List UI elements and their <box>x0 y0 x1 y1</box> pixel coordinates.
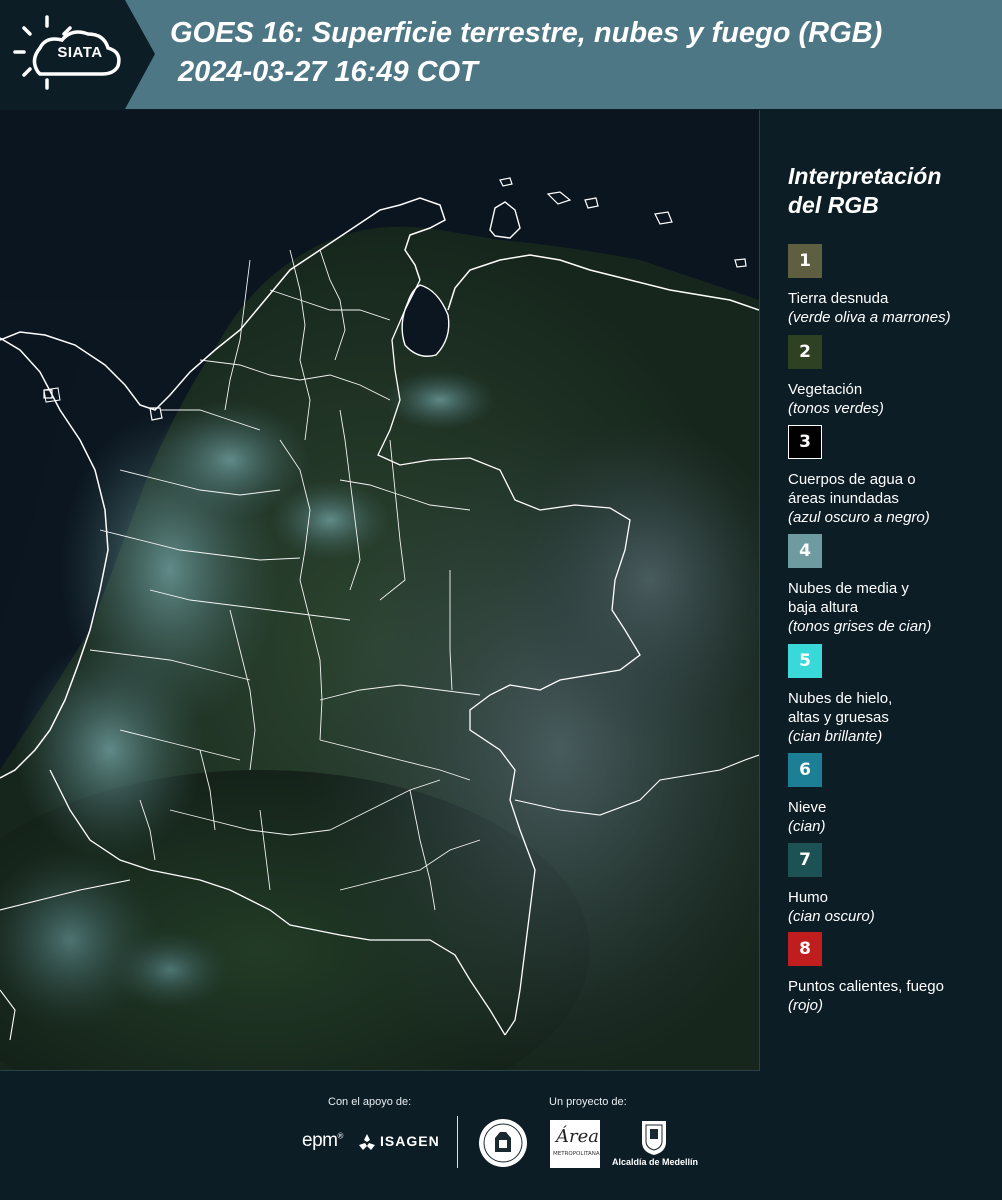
legend-swatch: 7 <box>788 843 822 877</box>
alcaldia-emblem-icon[interactable] <box>639 1118 669 1156</box>
area-logo-word: Área <box>556 1126 599 1147</box>
legend-label: Vegetación <box>788 381 863 398</box>
legend-description: (cian) <box>788 818 826 835</box>
legend-label: Nubes de hielo, altas y gruesas <box>788 689 998 727</box>
isagen-logo[interactable]: ISAGEN <box>380 1133 440 1149</box>
legend-description: (rojo) <box>788 997 824 1014</box>
legend-description: (verde oliva a marrones) <box>788 309 951 326</box>
satellite-image <box>0 110 759 1070</box>
logo-text: SIATA <box>57 44 103 61</box>
legend-swatch: 1 <box>788 244 822 278</box>
legend-label-line2: altas y gruesas <box>788 709 889 726</box>
legend-item-smoke: 7 Humo (cian oscuro) <box>788 843 998 926</box>
legend-item-bare-soil: 1 Tierra desnuda (verde oliva a marrones… <box>788 244 998 327</box>
legend-item-ice-clouds: 5 Nubes de hielo, altas y gruesas (cian … <box>788 644 998 746</box>
header-bar: SIATA GOES 16: Superficie terrestre, nub… <box>0 0 1002 109</box>
legend-description: (tonos grises de cian) <box>788 618 932 635</box>
legend-item-low-clouds: 4 Nubes de media y baja altura (tonos gr… <box>788 534 998 636</box>
legend-description: (azul oscuro a negro) <box>788 509 930 526</box>
legend-label: Nubes de media y baja altura <box>788 579 998 617</box>
legend-item-water: 3 Cuerpos de agua o áreas inundadas (azu… <box>788 425 998 527</box>
legend-label-line2: áreas inundadas <box>788 490 899 507</box>
footer-divider <box>457 1116 458 1168</box>
legend-label: Nieve <box>788 799 827 816</box>
footer: Con el apoyo de: Un proyecto de: epm® IS… <box>0 1071 1002 1200</box>
project-label: Un proyecto de: <box>549 1096 627 1108</box>
legend-label-line1: Nubes de media y <box>788 580 909 597</box>
registered-mark: ® <box>337 1131 343 1141</box>
legend-swatch: 4 <box>788 534 822 568</box>
legend-label: Humo <box>788 889 829 906</box>
legend-title: Interpretación del RGB <box>788 162 988 220</box>
legend-swatch: 2 <box>788 335 822 369</box>
legend-description: (tonos verdes) <box>788 400 884 417</box>
legend-title-line2: del RGB <box>788 192 879 218</box>
page-title: GOES 16: Superficie terrestre, nubes y f… <box>170 17 883 49</box>
epm-text: epm <box>302 1130 338 1151</box>
legend-item-vegetation: 2 Vegetación (tonos verdes) <box>788 335 998 418</box>
legend-swatch: 5 <box>788 644 822 678</box>
area-logo-sub: METROPOLITANA <box>553 1151 600 1157</box>
legend-description: (cian oscuro) <box>788 908 875 925</box>
legend-description: (cian brillante) <box>788 728 883 745</box>
siata-logo[interactable]: SIATA <box>0 0 155 109</box>
legend-title-line1: Interpretación <box>788 163 942 189</box>
university-seal-icon[interactable] <box>478 1118 528 1168</box>
area-metropolitana-logo[interactable]: Área METROPOLITANA <box>550 1120 600 1168</box>
support-label: Con el apoyo de: <box>328 1096 412 1108</box>
satellite-map[interactable] <box>0 110 760 1071</box>
legend-label-line1: Cuerpos de agua o <box>788 471 916 488</box>
legend-swatch: 8 <box>788 932 822 966</box>
legend-label: Puntos calientes, fuego <box>788 978 944 995</box>
legend-label-line2: baja altura <box>788 599 859 616</box>
legend-item-snow: 6 Nieve (cian) <box>788 753 998 836</box>
alcaldia-label: Alcaldía de Medellín <box>612 1157 699 1167</box>
legend-swatch: 6 <box>788 753 822 787</box>
legend-label-line1: Nubes de hielo, <box>788 690 893 707</box>
legend-swatch: 3 <box>788 425 822 459</box>
legend-label: Cuerpos de agua o áreas inundadas <box>788 470 998 508</box>
page-timestamp: 2024-03-27 16:49 COT <box>178 56 478 88</box>
legend-label: Tierra desnuda <box>788 290 889 307</box>
isagen-icon <box>359 1134 375 1150</box>
legend-item-fire: 8 Puntos calientes, fuego (rojo) <box>788 932 998 1015</box>
epm-logo[interactable]: epm® <box>302 1130 343 1152</box>
rgb-legend: Interpretación del RGB 1 Tierra desnuda … <box>760 110 1002 1070</box>
